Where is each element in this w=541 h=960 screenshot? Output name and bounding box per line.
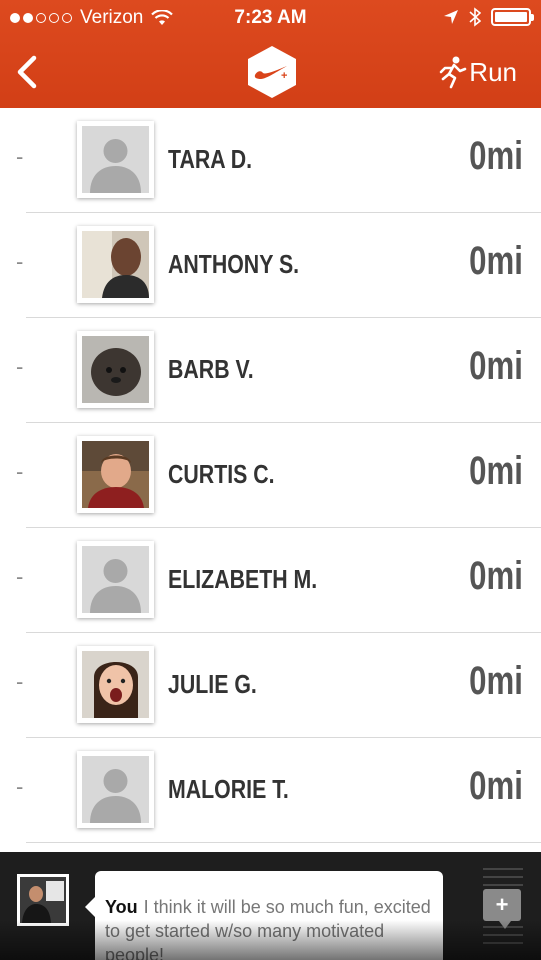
rank-label: -	[16, 249, 24, 274]
bluetooth-icon	[469, 7, 481, 27]
divider	[26, 842, 541, 843]
battery-level	[495, 12, 527, 22]
participant-name: TARA D.	[168, 144, 253, 174]
location-arrow-icon	[444, 10, 458, 24]
run-label: Run	[469, 56, 517, 87]
app-header: Verizon 7:23 AM + Run	[0, 0, 541, 108]
participant-name: BARB V.	[168, 354, 254, 384]
nike-plus-logo: +	[246, 44, 298, 100]
distance-value: 0mi	[469, 554, 523, 598]
add-comment-button[interactable]: +	[483, 889, 521, 929]
leaderboard-row[interactable]: - TARA D. 0mi	[0, 108, 541, 213]
avatar[interactable]	[77, 436, 154, 513]
leaderboard-row[interactable]: - BARB V. 0mi	[0, 318, 541, 423]
status-bar: Verizon 7:23 AM	[0, 0, 541, 36]
leaderboard-row[interactable]: - ANTHONY S. 0mi	[0, 213, 541, 318]
rank-label: -	[16, 459, 24, 484]
profile-photo	[82, 651, 149, 718]
run-button[interactable]: Run	[437, 52, 517, 92]
leaderboard-row[interactable]: - ELIZABETH M. 0mi	[0, 528, 541, 633]
rank-label: -	[16, 669, 24, 694]
profile-photo	[82, 231, 149, 298]
rank-label: -	[16, 144, 24, 169]
comment-bubble[interactable]: You I think it will be so much fun, excit…	[85, 871, 443, 960]
comment-bar: You I think it will be so much fun, excit…	[0, 852, 541, 960]
rank-label: -	[16, 354, 24, 379]
default-avatar-icon	[82, 126, 149, 193]
rank-label: -	[16, 564, 24, 589]
rank-label: -	[16, 774, 24, 799]
my-avatar[interactable]	[17, 874, 69, 926]
distance-value: 0mi	[469, 659, 523, 703]
participant-name: CURTIS C.	[168, 459, 275, 489]
profile-photo	[82, 336, 149, 403]
avatar[interactable]	[77, 121, 154, 198]
avatar[interactable]	[77, 226, 154, 303]
participant-name: JULIE G.	[168, 669, 257, 699]
avatar[interactable]	[77, 646, 154, 723]
default-avatar-icon	[82, 546, 149, 613]
participant-name: ANTHONY S.	[168, 249, 300, 279]
leaderboard-list: - TARA D. 0mi - ANTHONY S. 0mi - BARB V.	[0, 108, 541, 843]
distance-value: 0mi	[469, 449, 523, 493]
avatar[interactable]	[77, 541, 154, 618]
runner-icon	[439, 56, 467, 89]
distance-value: 0mi	[469, 134, 523, 178]
back-button[interactable]	[10, 50, 46, 94]
comment-author: You	[105, 897, 138, 917]
distance-value: 0mi	[469, 344, 523, 388]
leaderboard-row[interactable]: - CURTIS C. 0mi	[0, 423, 541, 528]
default-avatar-icon	[82, 756, 149, 823]
participant-name: ELIZABETH M.	[168, 564, 318, 594]
svg-text:+: +	[281, 70, 287, 82]
battery-icon	[491, 8, 534, 26]
chevron-left-icon	[17, 55, 37, 89]
distance-value: 0mi	[469, 764, 523, 808]
add-comment-icon: +	[495, 892, 509, 917]
comment-text: I think it will be so much fun, excited …	[105, 897, 431, 960]
leaderboard-row[interactable]: - MALORIE T. 0mi	[0, 738, 541, 843]
leaderboard-row[interactable]: - JULIE G. 0mi	[0, 633, 541, 738]
profile-photo	[82, 441, 149, 508]
participant-name: MALORIE T.	[168, 774, 289, 804]
avatar[interactable]	[77, 331, 154, 408]
avatar[interactable]	[77, 751, 154, 828]
distance-value: 0mi	[469, 239, 523, 283]
